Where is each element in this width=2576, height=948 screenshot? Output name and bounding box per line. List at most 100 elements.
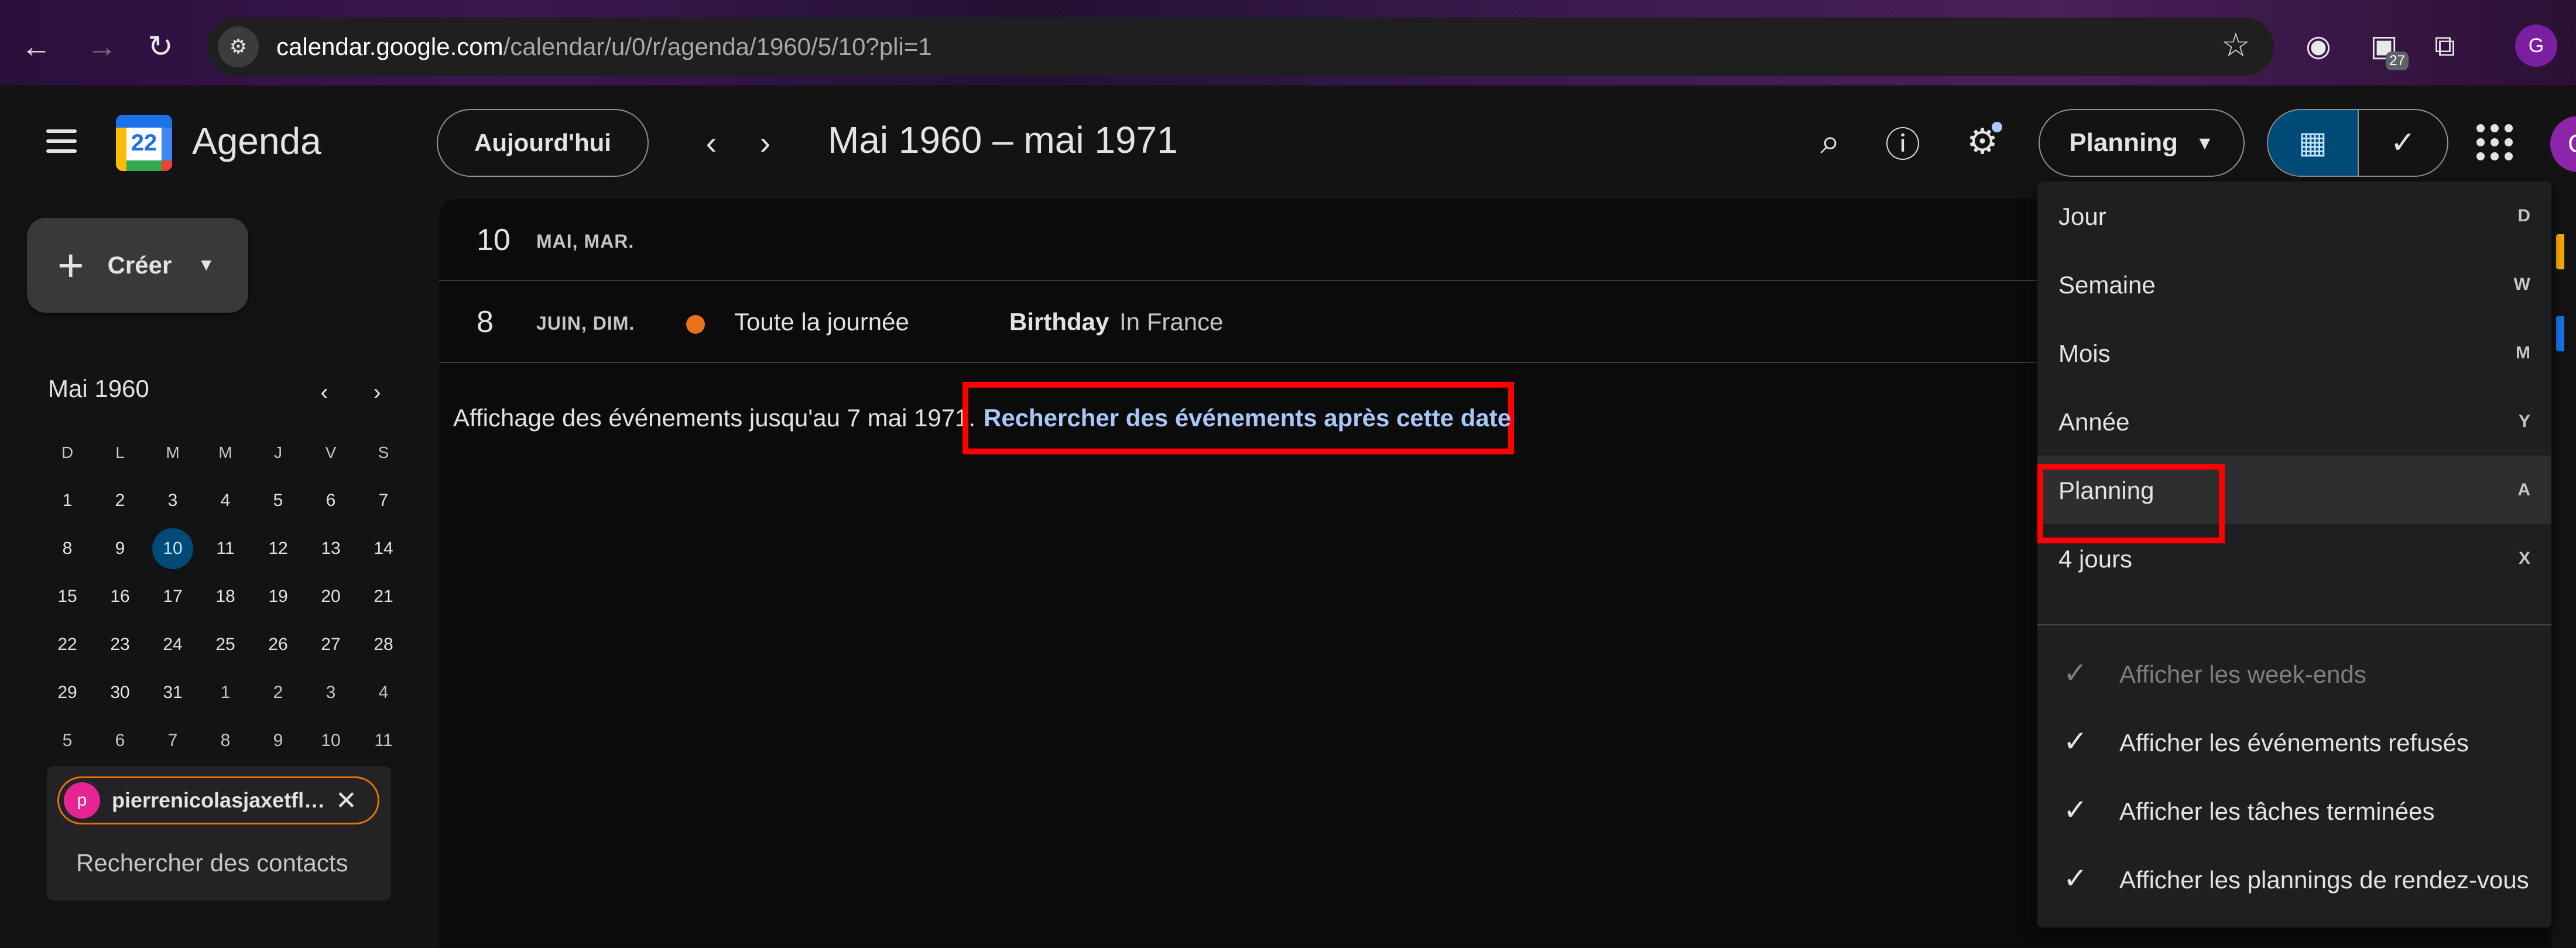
mini-calendar-day[interactable]: 7 (357, 477, 410, 525)
back-icon[interactable]: ← (13, 23, 60, 70)
mini-calendar-day[interactable]: 8 (199, 717, 252, 765)
mini-calendar-next-icon[interactable]: › (359, 375, 395, 410)
account-avatar[interactable]: G (2550, 116, 2576, 172)
mini-calendar-day[interactable]: 20 (304, 573, 357, 621)
mini-calendar-day[interactable]: 23 (94, 621, 146, 669)
mini-calendar-day[interactable]: 31 (146, 669, 199, 717)
day-number: 6 (115, 731, 125, 750)
mini-calendar-day[interactable]: 7 (146, 717, 199, 765)
mini-calendar-day[interactable]: 25 (199, 621, 252, 669)
mini-calendar-day[interactable]: 2 (94, 477, 146, 525)
mini-calendar-day[interactable]: 28 (357, 621, 410, 669)
option-show-completed-tasks[interactable]: ✓ Afficher les tâches terminées (2037, 775, 2551, 844)
tasks-view-icon[interactable]: ✓ (2358, 110, 2447, 176)
calendar-logo-icon[interactable]: 22 (116, 115, 172, 171)
mini-calendar-day[interactable]: 24 (146, 621, 199, 669)
event-title[interactable]: Birthday (1009, 308, 1109, 336)
side-panel-edge (2551, 199, 2576, 948)
day-number: 8 (62, 539, 73, 558)
mini-calendar-day[interactable]: 6 (94, 717, 146, 765)
check-icon: ✓ (2063, 656, 2088, 689)
mini-calendar-day[interactable]: 10 (146, 525, 199, 573)
menu-item-4-days[interactable]: 4 jours X (2037, 524, 2551, 593)
option-show-weekends[interactable]: ✓ Afficher les week-ends (2037, 638, 2551, 707)
mini-calendar-day[interactable]: 17 (146, 573, 199, 621)
mini-calendar-day[interactable]: 30 (94, 669, 146, 717)
mini-calendar-day[interactable]: 26 (252, 621, 304, 669)
app-title[interactable]: Agenda (192, 119, 321, 163)
mini-calendar-prev-icon[interactable]: ‹ (307, 375, 342, 410)
option-label: Afficher les week-ends (2119, 660, 2366, 688)
search-events-after-link[interactable]: Rechercher des événements après cette da… (984, 404, 1511, 432)
create-button[interactable]: + Créer ▼ (27, 218, 248, 313)
mini-calendar-day[interactable]: 16 (94, 573, 146, 621)
view-selector-dropdown[interactable]: Planning ▼ (2039, 109, 2245, 177)
calendar-view-icon[interactable]: ▦ (2268, 110, 2358, 176)
url-text[interactable]: calendar.google.com/calendar/u/0/r/agend… (276, 33, 932, 61)
menu-item-year[interactable]: Année Y (2037, 387, 2551, 456)
day-number: 4 (378, 683, 389, 702)
extension-owl-icon[interactable]: ◉ (2297, 25, 2339, 67)
mini-calendar-day[interactable]: 2 (252, 669, 304, 717)
mini-calendar-day[interactable]: 9 (94, 525, 146, 573)
mini-calendar-day[interactable]: 27 (304, 621, 357, 669)
mini-calendar-day[interactable]: 1 (41, 477, 94, 525)
site-info-icon[interactable]: ⚙ (218, 26, 259, 67)
option-show-declined[interactable]: ✓ Afficher les événements refusés (2037, 707, 2551, 775)
mini-calendar-day[interactable]: 13 (304, 525, 357, 573)
mini-calendar-day[interactable]: 21 (357, 573, 410, 621)
mini-calendar-day[interactable]: 3 (146, 477, 199, 525)
tasks-tab[interactable] (2556, 316, 2564, 351)
mini-calendar-day[interactable]: 29 (41, 669, 94, 717)
bookmark-star-icon[interactable]: ☆ (2221, 26, 2250, 64)
menu-item-day[interactable]: Jour D (2037, 182, 2551, 250)
menu-item-shortcut: M (2516, 343, 2530, 362)
mini-calendar-day[interactable]: 5 (252, 477, 304, 525)
mini-calendar-day[interactable]: 11 (199, 525, 252, 573)
close-icon[interactable]: ✕ (335, 786, 357, 816)
mini-calendar-day[interactable]: 10 (304, 717, 357, 765)
menu-item-label: Semaine (2058, 271, 2156, 299)
day-number: 20 (321, 587, 341, 606)
next-period-icon[interactable]: › (739, 116, 792, 169)
previous-period-icon[interactable]: ‹ (685, 116, 738, 169)
extensions-puzzle-icon[interactable]: ⧉ (2424, 25, 2466, 67)
mini-calendar-day[interactable]: 11 (357, 717, 410, 765)
mini-calendar-day[interactable]: 15 (41, 573, 94, 621)
option-show-appointment-schedules[interactable]: ✓ Afficher les plannings de rendez-vous (2037, 844, 2551, 912)
contacts-search-input[interactable]: Rechercher des contacts (76, 849, 348, 877)
menu-item-week[interactable]: Semaine W (2037, 250, 2551, 319)
mini-calendar-day[interactable]: 5 (41, 717, 94, 765)
mini-calendar-day[interactable]: 14 (357, 525, 410, 573)
today-button[interactable]: Aujourd'hui (437, 109, 649, 177)
google-apps-icon[interactable] (2468, 116, 2521, 169)
browser-profile-avatar[interactable]: G (2515, 25, 2557, 67)
mini-calendar-day[interactable]: 12 (252, 525, 304, 573)
day-number[interactable]: 10 (477, 223, 511, 258)
search-icon[interactable]: ⌕ (1802, 114, 1858, 170)
day-number: 30 (110, 683, 130, 702)
mini-calendar-day[interactable]: 8 (41, 525, 94, 573)
mini-calendar-day[interactable]: 9 (252, 717, 304, 765)
mini-calendar-day[interactable]: 22 (41, 621, 94, 669)
mini-calendar-day[interactable]: 19 (252, 573, 304, 621)
help-icon[interactable]: ⓘ (1875, 114, 1931, 170)
mini-calendar-day[interactable]: 6 (304, 477, 357, 525)
main-menu-icon[interactable] (35, 115, 88, 167)
day-number: 11 (216, 539, 235, 558)
contact-chip[interactable]: p pierrenicolasjaxetfleu... ✕ (57, 776, 379, 824)
mini-calendar-day[interactable]: 4 (199, 477, 252, 525)
settings-gear-icon[interactable]: ⚙ (1954, 114, 2010, 170)
day-number: 5 (273, 491, 283, 510)
mini-calendar-day[interactable]: 4 (357, 669, 410, 717)
extension-badge-icon[interactable]: ▣ 27 (2363, 25, 2409, 70)
mini-calendar-day[interactable]: 18 (199, 573, 252, 621)
mini-calendar-day[interactable]: 1 (199, 669, 252, 717)
forward-icon[interactable]: → (78, 23, 125, 70)
mini-calendar-day[interactable]: 3 (304, 669, 357, 717)
menu-item-month[interactable]: Mois M (2037, 319, 2551, 387)
day-number[interactable]: 8 (477, 304, 494, 340)
reload-icon[interactable]: ↻ (137, 23, 184, 70)
keep-tab[interactable] (2556, 234, 2564, 269)
address-bar[interactable]: ⚙ calendar.google.com/calendar/u/0/r/age… (207, 18, 2274, 76)
